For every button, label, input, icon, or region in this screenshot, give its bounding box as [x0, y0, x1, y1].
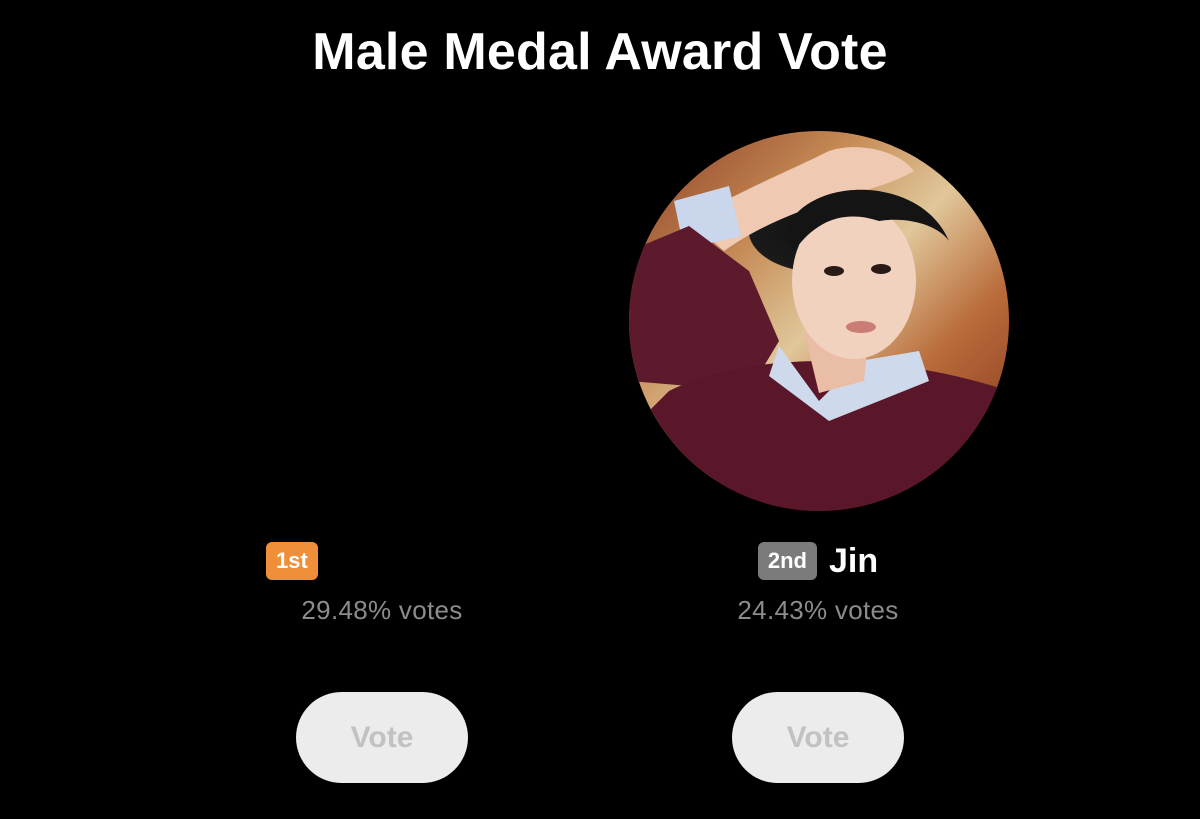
candidate-avatar — [629, 131, 1009, 511]
rank-row: 1st — [164, 541, 600, 581]
rank-badge: 1st — [266, 542, 318, 580]
rank-badge: 2nd — [757, 542, 817, 580]
vote-button[interactable]: Vote — [732, 692, 904, 783]
candidate-photo — [629, 147, 1009, 511]
candidate-card-second: 2nd Jin 24.43% votes Vote — [600, 0, 1036, 819]
candidate-avatar — [193, 131, 573, 511]
candidate-name: Jin — [829, 541, 879, 580]
vote-percentage: 29.48% votes — [301, 595, 463, 625]
candidate-card-first: 1st 29.48% votes Vote — [164, 0, 600, 819]
vote-button[interactable]: Vote — [296, 692, 468, 783]
vote-percentage: 24.43% votes — [737, 595, 899, 625]
rank-row: 2nd Jin — [600, 541, 1036, 581]
